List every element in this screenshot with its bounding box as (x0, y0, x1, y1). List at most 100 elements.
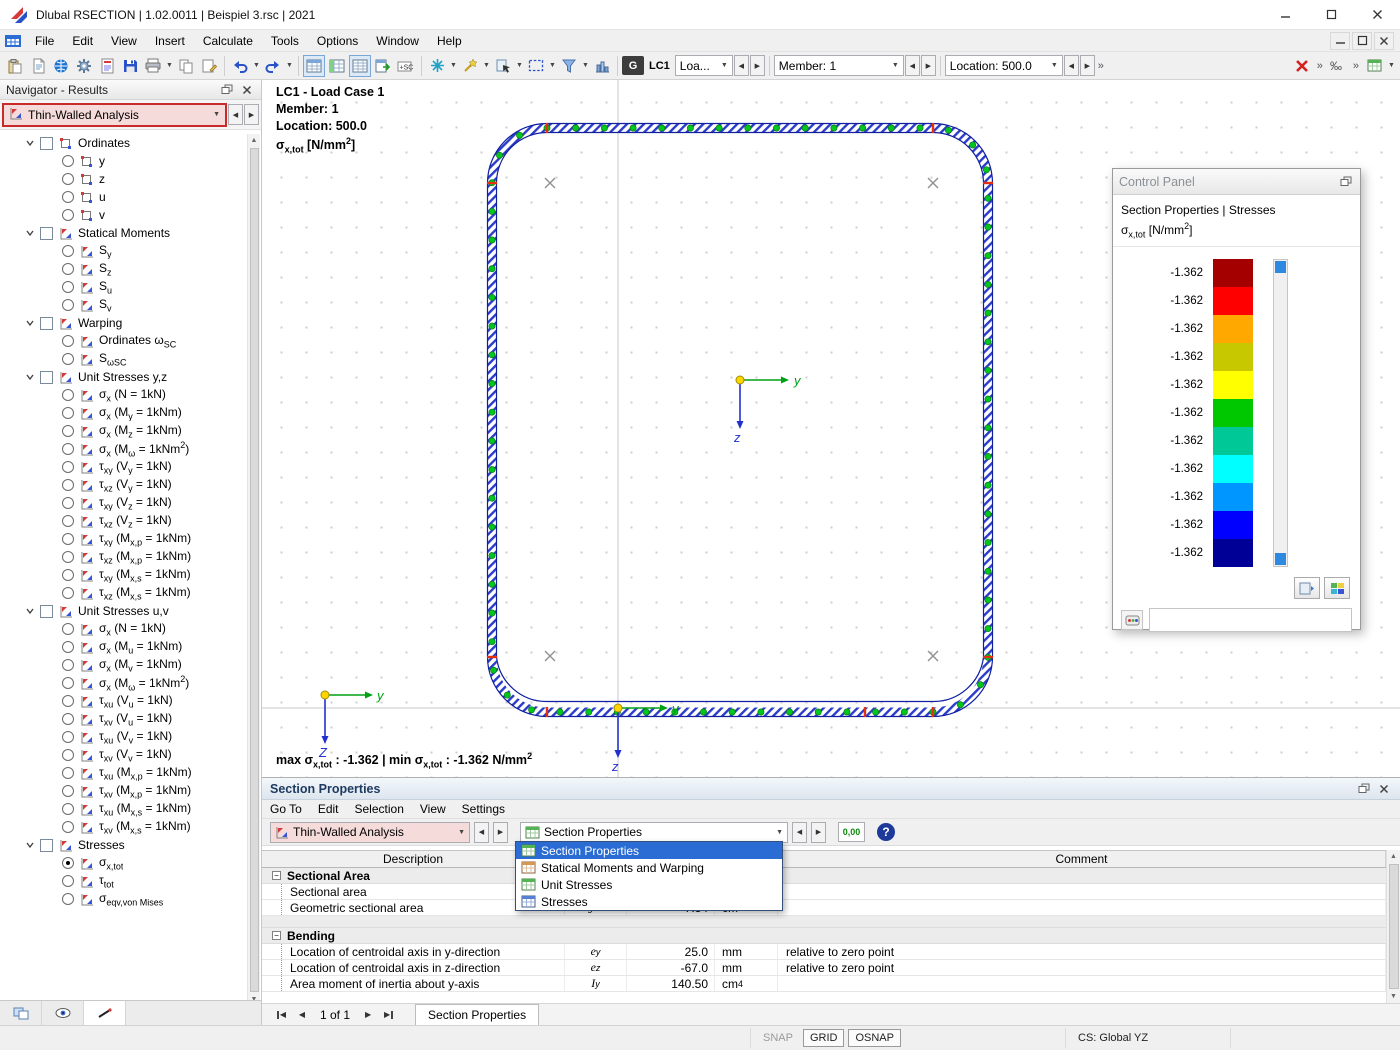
table-row-geometric-sectional-area[interactable]: Geometric sectional areaAgeom7.34cm2 (262, 900, 1386, 916)
shear-center-icon[interactable]: +SC (395, 55, 417, 77)
nav-item-xy-vy-1kn[interactable]: τxy (Vy = 1kN) (0, 458, 246, 476)
nav-item-xu-vv-1kn[interactable]: τxu (Vv = 1kN) (0, 728, 246, 746)
nav-item-sy[interactable]: Sy (0, 242, 246, 260)
edit-notes-icon[interactable] (198, 55, 220, 77)
collapse-box[interactable]: − (272, 931, 281, 940)
grid-toggle[interactable]: GRID (803, 1029, 845, 1047)
radio-button[interactable] (62, 497, 74, 509)
scroll-up-icon[interactable]: ▲ (251, 134, 258, 147)
radio-button[interactable] (62, 803, 74, 815)
table-menu-settings[interactable]: Settings (454, 800, 513, 818)
radio-button[interactable] (62, 281, 74, 293)
radio-button[interactable] (62, 407, 74, 419)
table-row-location-of-centroidal-axis-in-y-direction[interactable]: Location of centroidal axis in y-directi… (262, 944, 1386, 960)
doc-minimize-icon[interactable] (1330, 32, 1350, 50)
save-icon[interactable] (119, 55, 141, 77)
nav-item-z[interactable]: z (0, 170, 246, 188)
tab-section-properties[interactable]: Section Properties (415, 1004, 539, 1025)
nav-group-stresses[interactable]: Stresses (0, 836, 246, 854)
group-checkbox[interactable] (40, 227, 53, 240)
collapse-icon[interactable] (24, 372, 35, 382)
table-view-2-icon[interactable] (326, 55, 348, 77)
undo-dropdown-icon[interactable]: ▼ (252, 62, 261, 69)
radio-button[interactable] (62, 443, 74, 455)
menu-calculate[interactable]: Calculate (194, 30, 262, 51)
select-rectangle-icon[interactable] (525, 55, 547, 77)
dropdown-item-statical-moments-and-warping[interactable]: Statical Moments and Warping (516, 859, 782, 876)
menu-window[interactable]: Window (367, 30, 428, 51)
table-row-sectional-area[interactable]: Sectional area (262, 884, 1386, 900)
group-checkbox[interactable] (40, 605, 53, 618)
next-category-button[interactable]: ▶ (244, 104, 259, 125)
nav-item-sz[interactable]: Sz (0, 260, 246, 278)
document-icon[interactable] (0, 34, 26, 48)
collapse-icon[interactable] (24, 840, 35, 850)
table-type-combo[interactable]: Section Properties ▼ (520, 822, 788, 843)
radio-button[interactable] (62, 353, 74, 365)
generate-icon[interactable] (426, 55, 448, 77)
toolbar-overflow-icon[interactable]: » (1096, 60, 1106, 72)
scale-factor-icon[interactable]: ‰ (1327, 55, 1349, 77)
prev-load-case-button[interactable]: ◀ (734, 55, 749, 76)
radio-button[interactable] (62, 893, 74, 905)
radio-button[interactable] (62, 173, 74, 185)
collapse-icon[interactable] (24, 318, 35, 328)
snap-toggle[interactable]: SNAP (757, 1030, 799, 1046)
chevron-down-icon[interactable]: ▼ (717, 62, 728, 69)
nav-item-tot[interactable]: τtot (0, 872, 246, 890)
tree-scrollbar[interactable]: ▲ ▼ (247, 134, 260, 1006)
radio-button[interactable] (62, 389, 74, 401)
nav-group-unit-stresses-u-v[interactable]: Unit Stresses u,v (0, 602, 246, 620)
new-document-icon[interactable] (27, 55, 49, 77)
nav-item-su[interactable]: Su (0, 278, 246, 296)
collapse-icon[interactable] (24, 138, 35, 148)
tab-results-navigator[interactable] (84, 1001, 126, 1025)
nav-group-unit-stresses-y-z[interactable]: Unit Stresses y,z (0, 368, 246, 386)
radio-button[interactable] (62, 479, 74, 491)
next-page-button[interactable]: ▶ (359, 1007, 377, 1023)
prev-member-button[interactable]: ◀ (905, 55, 920, 76)
undo-icon[interactable] (229, 55, 251, 77)
radio-button[interactable] (62, 785, 74, 797)
display-properties-icon[interactable] (492, 55, 514, 77)
chevron-down-icon[interactable]: ▼ (454, 829, 465, 836)
dlubal-online-icon[interactable] (50, 55, 72, 77)
radio-button[interactable] (62, 587, 74, 599)
menu-insert[interactable]: Insert (146, 30, 194, 51)
minimize-button[interactable] (1262, 0, 1308, 29)
next-location-button[interactable]: ▶ (1080, 55, 1095, 76)
table-menu-view[interactable]: View (412, 800, 454, 818)
load-case-combo[interactable]: Loa...▼ (675, 55, 733, 76)
radio-button[interactable] (62, 263, 74, 275)
nav-item-eqv-von-mises[interactable]: σeqv,von Mises (0, 890, 246, 908)
nav-item-xu-vu-1kn[interactable]: τxu (Vu = 1kN) (0, 692, 246, 710)
table-analysis-combo[interactable]: Thin-Walled Analysis ▼ (270, 822, 470, 843)
settings-icon[interactable] (73, 55, 95, 77)
radio-button[interactable] (62, 713, 74, 725)
table-view-1-icon[interactable] (303, 55, 325, 77)
radio-button[interactable] (62, 749, 74, 761)
chevron-down-icon[interactable]: ▼ (1047, 62, 1058, 69)
nav-item-xv-vv-1kn[interactable]: τxv (Vv = 1kN) (0, 746, 246, 764)
paste-icon[interactable] (4, 55, 26, 77)
slider-handle-top[interactable] (1275, 261, 1286, 273)
group-checkbox[interactable] (40, 137, 53, 150)
next-analysis-button[interactable]: ▶ (493, 822, 508, 843)
member-combo[interactable]: Member: 1▼ (774, 55, 904, 76)
radio-button[interactable] (62, 677, 74, 689)
radio-button[interactable] (62, 299, 74, 311)
nav-item-s-sc[interactable]: SωSC (0, 350, 246, 368)
prev-location-button[interactable]: ◀ (1064, 55, 1079, 76)
close-panel-icon[interactable] (239, 82, 255, 97)
table-row-location-of-centroidal-axis-in-z-direction[interactable]: Location of centroidal axis in z-directi… (262, 960, 1386, 976)
prev-category-button[interactable]: ◀ (228, 104, 243, 125)
nav-group-statical-moments[interactable]: Statical Moments (0, 224, 246, 242)
next-member-button[interactable]: ▶ (921, 55, 936, 76)
dropdown-item-unit-stresses[interactable]: Unit Stresses (516, 876, 782, 893)
table-row-area-moment-of-inertia-about-y-axis[interactable]: Area moment of inertia about y-axisIy140… (262, 976, 1386, 992)
radio-button[interactable] (62, 515, 74, 527)
tables-icon[interactable] (1363, 55, 1385, 77)
table-menu-go-to[interactable]: Go To (262, 800, 310, 818)
radio-button[interactable] (62, 569, 74, 581)
location-combo[interactable]: Location: 500.0▼ (945, 55, 1063, 76)
